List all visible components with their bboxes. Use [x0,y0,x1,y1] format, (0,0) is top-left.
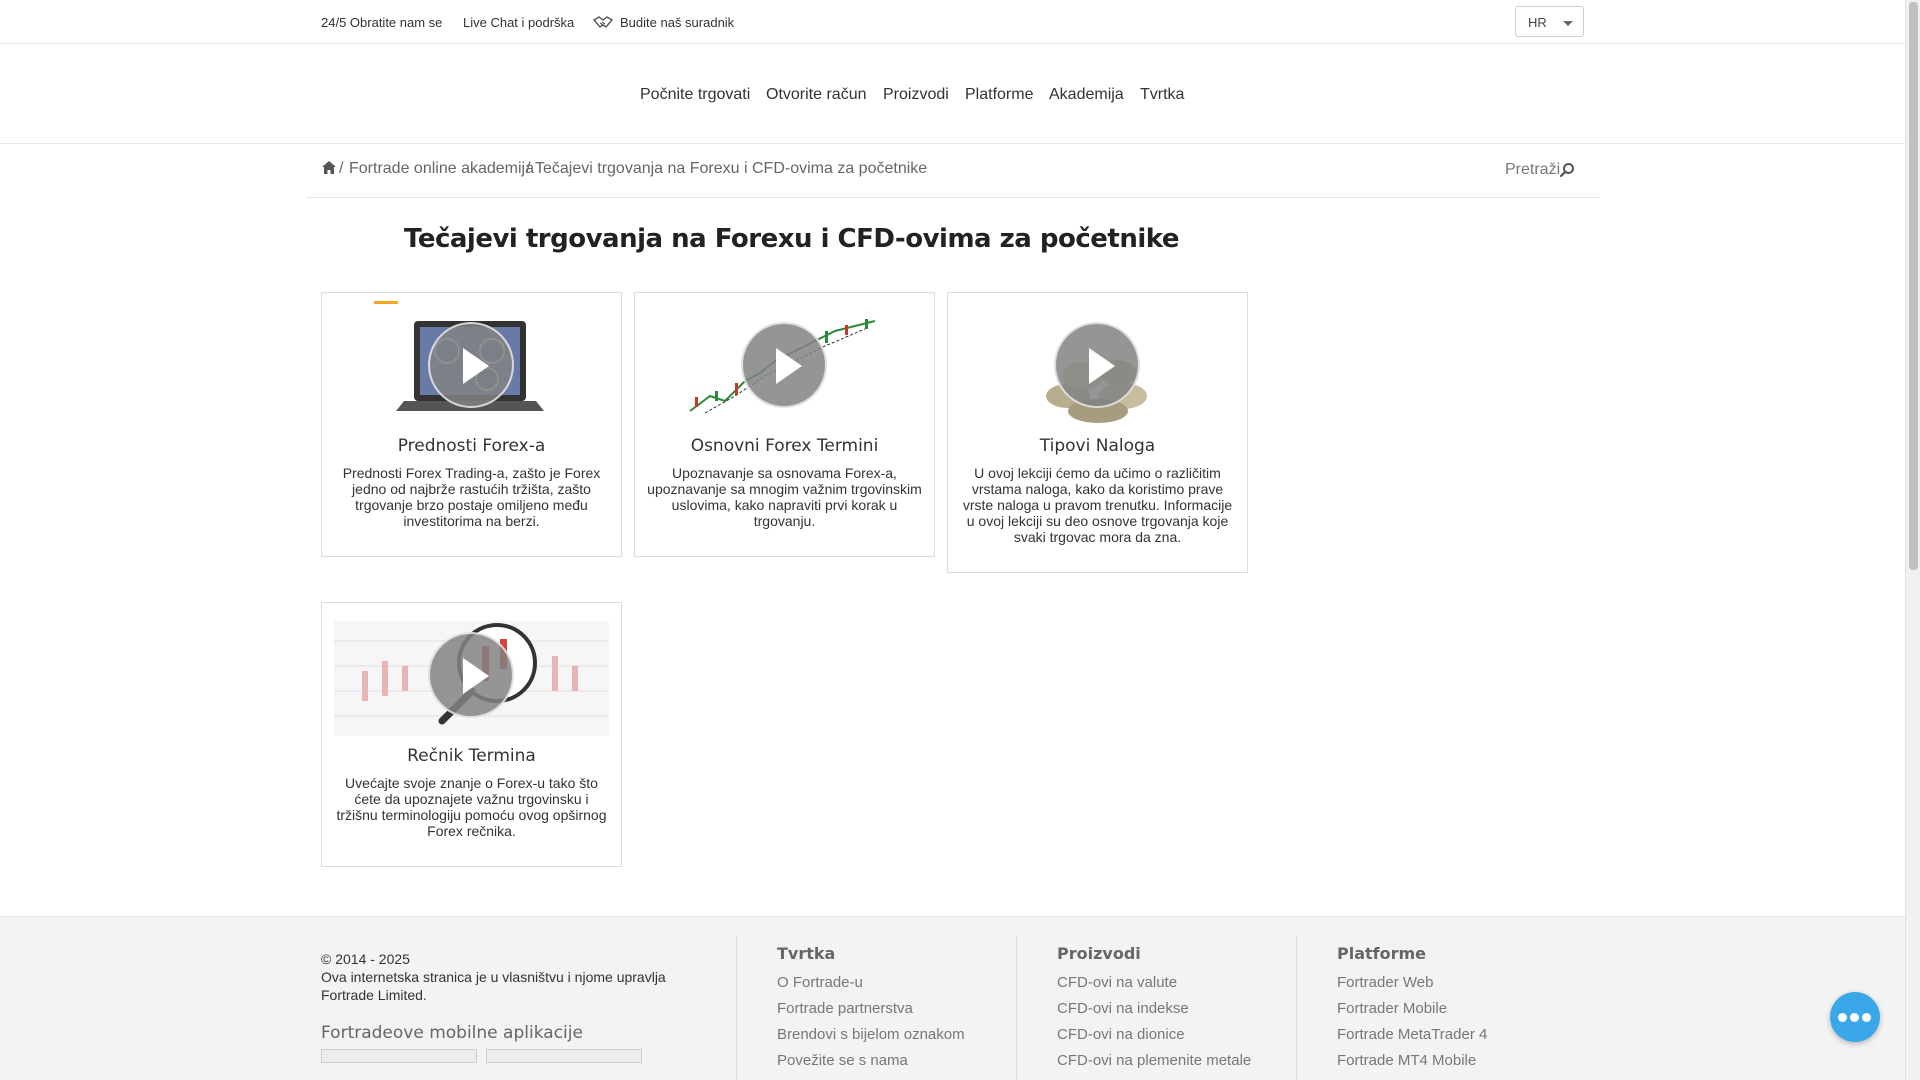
language-value: HR [1528,15,1547,30]
course-thumbnail [635,301,934,426]
course-title[interactable]: Prednosti Forex-a [322,436,621,456]
breadcrumb-academy[interactable]: Fortrade online akademija [349,160,534,178]
nav-products[interactable]: Proizvodi [883,86,949,104]
nav-platforms[interactable]: Platforme [965,86,1033,104]
handshake-icon [593,16,613,28]
chat-dot [1862,1013,1871,1022]
home-icon[interactable] [321,160,337,175]
breadcrumb-separator: / [339,160,344,177]
nav-company[interactable]: Tvrtka [1140,86,1184,104]
footer-link[interactable]: Povežite se s nama [777,1048,965,1074]
search-icon[interactable] [1559,162,1575,178]
footer-column-title: Platforme [1337,944,1427,963]
course-card-basic-terms[interactable]: Osnovni Forex Termini Upoznavanje sa osn… [634,292,935,557]
copyright-text: © 2014 - 2025 [321,951,410,967]
course-description: Upoznavanje sa osnovama Forex-a, upoznav… [647,465,922,529]
footer-link[interactable]: Fortrader Mobile [1337,996,1487,1022]
page-title: Tečajevi trgovanja na Forexu i CFD-ovima… [404,224,1179,254]
chat-bubble-icon[interactable] [1830,992,1880,1042]
live-chat-link[interactable]: Live Chat i podrška [463,15,574,30]
footer-link[interactable]: Fortrade partnerstva [777,996,965,1022]
nav-start-trading[interactable]: Počnite trgovati [640,86,750,104]
course-title[interactable]: Tipovi Naloga [948,436,1247,456]
play-icon[interactable] [428,632,514,718]
course-thumbnail [948,301,1247,426]
partner-link[interactable]: Budite naš suradnik [620,15,734,30]
footer-link[interactable]: Fortrade MetaTrader 4 [1337,1022,1487,1048]
footer-link[interactable]: CFD-ovi na valute [1057,970,1251,996]
footer-divider [1016,935,1017,1080]
course-description: U ovoj lekciji ćemo da učimo o različiti… [962,465,1233,545]
footer-divider [736,935,737,1080]
contact-link[interactable]: 24/5 Obratite nam se [321,15,442,30]
play-icon[interactable] [428,322,514,408]
footer-column-products: Proizvodi CFD-ovi na valute CFD-ovi na i… [1057,944,1251,1074]
footer-copyright: © 2014 - 2025 Ova internetska stranica j… [321,950,681,1004]
footer-link[interactable]: Fortrader Web [1337,970,1487,996]
footer-column-title: Proizvodi [1057,944,1141,963]
footer-link[interactable]: Fortrade MT4 Mobile [1337,1048,1487,1074]
course-card-forex-advantages[interactable]: Prednosti Forex-a Prednosti Forex Tradin… [321,292,622,557]
course-title[interactable]: Rečnik Termina [322,746,621,766]
course-thumbnail [322,301,621,426]
footer-column-company: Tvrtka O Fortrade-u Fortrade partnerstva… [777,944,965,1074]
chevron-down-icon [1563,21,1573,26]
page: 24/5 Obratite nam se Live Chat i podrška… [0,0,1905,1080]
search-label[interactable]: Pretraži [1505,161,1560,179]
language-select[interactable]: HR [1515,6,1584,37]
google-play-badge[interactable] [486,1049,642,1063]
play-icon[interactable] [1054,322,1140,408]
nav-open-account[interactable]: Otvorite račun [766,86,866,104]
ownership-text: Ova internetska stranica je u vlasništvu… [321,969,666,1003]
course-card-glossary[interactable]: Rečnik Termina Uvećajte svoje znanje o F… [321,602,622,867]
footer: © 2014 - 2025 Ova internetska stranica j… [0,916,1905,1080]
course-card-order-types[interactable]: Tipovi Naloga U ovoj lekciji ćemo da uči… [947,292,1248,573]
footer-column-platforms: Platforme Fortrader Web Fortrader Mobile… [1337,944,1487,1074]
course-thumbnail [322,611,621,736]
chat-dot [1850,1013,1859,1022]
page-scrollbar[interactable] [1905,0,1920,1080]
nav-academy[interactable]: Akademija [1049,86,1124,104]
footer-link[interactable]: O Fortrade-u [777,970,965,996]
footer-column-title: Tvrtka [777,944,836,963]
breadcrumb: / Fortrade online akademija / Tečajevi t… [306,144,1600,198]
footer-link[interactable]: CFD-ovi na indekse [1057,996,1251,1022]
footer-link[interactable]: CFD-ovi na plemenite metale [1057,1048,1251,1074]
top-utility-bar: 24/5 Obratite nam se Live Chat i podrška… [0,0,1905,44]
footer-divider [1296,935,1297,1080]
main-nav: Počnite trgovati Otvorite račun Proizvod… [0,44,1905,144]
scrollbar-thumb[interactable] [1909,2,1918,570]
course-description: Prednosti Forex Trading-a, zašto je Fore… [342,465,601,529]
footer-link[interactable]: CFD-ovi na dionice [1057,1022,1251,1048]
breadcrumb-separator: / [526,160,531,177]
mobile-apps-title: Fortradeove mobilne aplikacije [321,1023,583,1043]
chat-dot [1838,1013,1847,1022]
play-icon[interactable] [741,322,827,408]
breadcrumb-current: Tečajevi trgovanja na Forexu i CFD-ovima… [535,160,928,177]
footer-link[interactable]: Brendovi s bijelom oznakom [777,1022,965,1048]
course-description: Uvećajte svoje znanje o Forex-u tako što… [336,775,607,839]
course-title[interactable]: Osnovni Forex Termini [635,436,934,456]
app-store-badge[interactable] [321,1049,477,1063]
